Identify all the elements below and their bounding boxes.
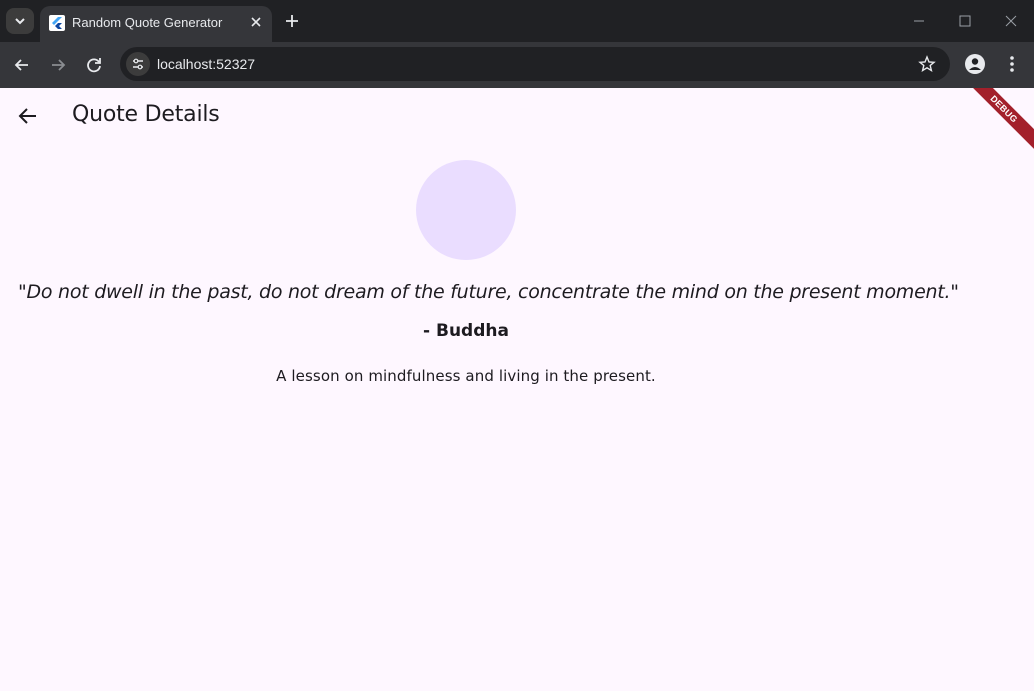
avatar bbox=[416, 160, 516, 260]
site-info-button[interactable] bbox=[126, 52, 150, 76]
tab-search-button[interactable] bbox=[6, 8, 34, 34]
tab-title: Random Quote Generator bbox=[72, 15, 223, 30]
more-vert-icon[interactable] bbox=[1002, 53, 1022, 75]
chevron-down-icon bbox=[15, 18, 25, 25]
star-icon[interactable] bbox=[918, 55, 936, 73]
url-text[interactable]: localhost:52327 bbox=[157, 56, 255, 72]
address-bar[interactable]: localhost:52327 bbox=[120, 47, 950, 81]
browser-toolbar: localhost:52327 bbox=[0, 42, 1034, 88]
quote-description: A lesson on mindfulness and living in th… bbox=[276, 367, 656, 385]
maximize-icon[interactable] bbox=[956, 12, 974, 30]
tune-icon bbox=[133, 58, 143, 70]
account-icon[interactable] bbox=[964, 53, 986, 75]
reload-icon[interactable] bbox=[83, 54, 105, 76]
quote-text: "Do not dwell in the past, do not dream … bbox=[18, 281, 959, 303]
arrow-forward-icon[interactable] bbox=[47, 54, 69, 76]
flutter-icon bbox=[49, 15, 65, 31]
page-title: Quote Details bbox=[72, 102, 220, 127]
quote-author: - Buddha bbox=[423, 321, 509, 341]
app-viewport: Quote Details "Do not dwell in the past,… bbox=[0, 88, 1034, 691]
plus-icon[interactable] bbox=[282, 11, 302, 31]
minimize-icon[interactable] bbox=[910, 12, 928, 30]
debug-banner: DEBUG bbox=[956, 88, 1034, 157]
window-close-icon[interactable] bbox=[1002, 12, 1020, 30]
arrow-back-icon[interactable] bbox=[11, 54, 33, 76]
close-icon[interactable] bbox=[248, 14, 264, 30]
arrow-back-icon[interactable] bbox=[16, 104, 40, 128]
browser-titlebar: Random Quote Generator bbox=[0, 0, 1034, 42]
browser-tab[interactable]: Random Quote Generator bbox=[40, 6, 272, 42]
